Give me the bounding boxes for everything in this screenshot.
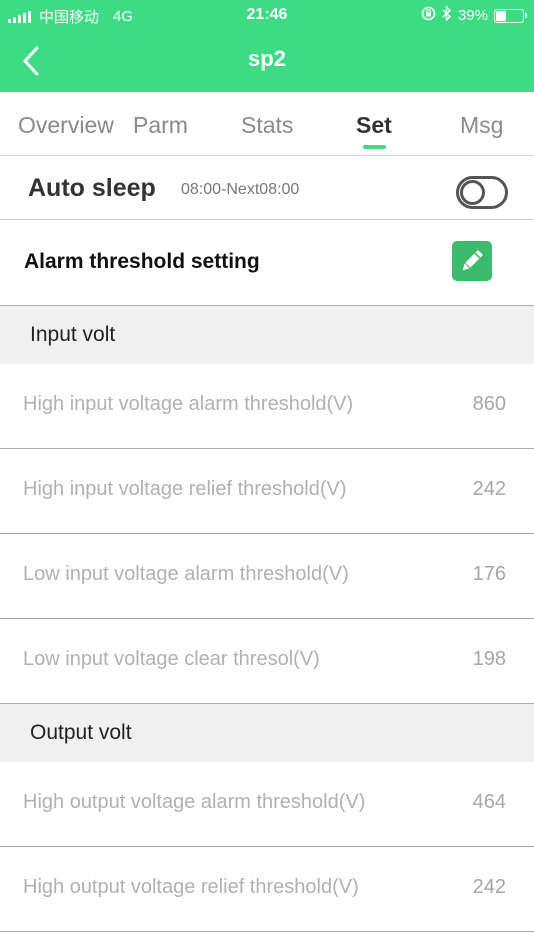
rotation-lock-icon [421, 6, 436, 25]
section-title: Output volt [30, 721, 132, 744]
toggle-knob [460, 180, 485, 205]
item-value: 242 [472, 478, 506, 500]
section-title: Input volt [30, 323, 116, 346]
tab-overview[interactable]: Overview [18, 112, 114, 139]
status-bar: 中国移动 4G 21:46 39% [0, 0, 534, 32]
active-tab-indicator [363, 145, 386, 149]
auto-sleep-toggle[interactable] [456, 176, 508, 209]
tab-set[interactable]: Set [356, 112, 392, 139]
battery-fill [496, 10, 506, 21]
auto-sleep-time-range: 08:00-Next08:00 [181, 181, 300, 198]
section-header-output-volt: Output volt [0, 704, 534, 762]
pencil-icon [462, 250, 483, 271]
list-item[interactable]: Low input voltage alarm threshold(V) 176 [0, 534, 534, 619]
item-label: Low input voltage alarm threshold(V) [23, 563, 349, 585]
list-item[interactable]: High input voltage alarm threshold(V) 86… [0, 364, 534, 449]
item-value: 464 [472, 791, 506, 813]
tab-bar: Overview Parm Stats Set Msg [0, 92, 534, 156]
auto-sleep-label: Auto sleep [28, 174, 156, 202]
list-item[interactable]: High input voltage relief threshold(V) 2… [0, 449, 534, 534]
bluetooth-icon [442, 5, 452, 25]
list-item[interactable]: Low input voltage clear thresol(V) 198 [0, 619, 534, 704]
section-header-input-volt: Input volt [0, 306, 534, 364]
item-value: 860 [472, 393, 506, 415]
item-value: 242 [472, 876, 506, 898]
tab-stats[interactable]: Stats [241, 112, 293, 139]
list-item[interactable]: High output voltage relief threshold(V) … [0, 847, 534, 932]
item-value: 176 [472, 563, 506, 585]
alarm-threshold-label: Alarm threshold setting [24, 250, 260, 273]
item-value: 198 [472, 648, 506, 670]
list-item[interactable]: High output voltage alarm threshold(V) 4… [0, 762, 534, 847]
auto-sleep-row: Auto sleep 08:00-Next08:00 [0, 157, 534, 220]
item-label: High input voltage alarm threshold(V) [23, 393, 354, 415]
page-title: sp2 [248, 46, 286, 71]
item-label: High input voltage relief threshold(V) [23, 478, 347, 500]
battery-text: 39% [457, 7, 488, 24]
app-header: 中国移动 4G 21:46 39% sp2 [0, 0, 534, 92]
item-label: Low input voltage clear thresol(V) [23, 648, 320, 670]
edit-button[interactable] [452, 241, 492, 281]
tab-parm[interactable]: Parm [133, 112, 188, 139]
item-label: High output voltage alarm threshold(V) [23, 791, 366, 813]
item-label: High output voltage relief threshold(V) [23, 876, 359, 898]
status-right: 39% [421, 5, 527, 25]
tab-msg[interactable]: Msg [460, 112, 503, 139]
battery-icon [494, 8, 527, 23]
